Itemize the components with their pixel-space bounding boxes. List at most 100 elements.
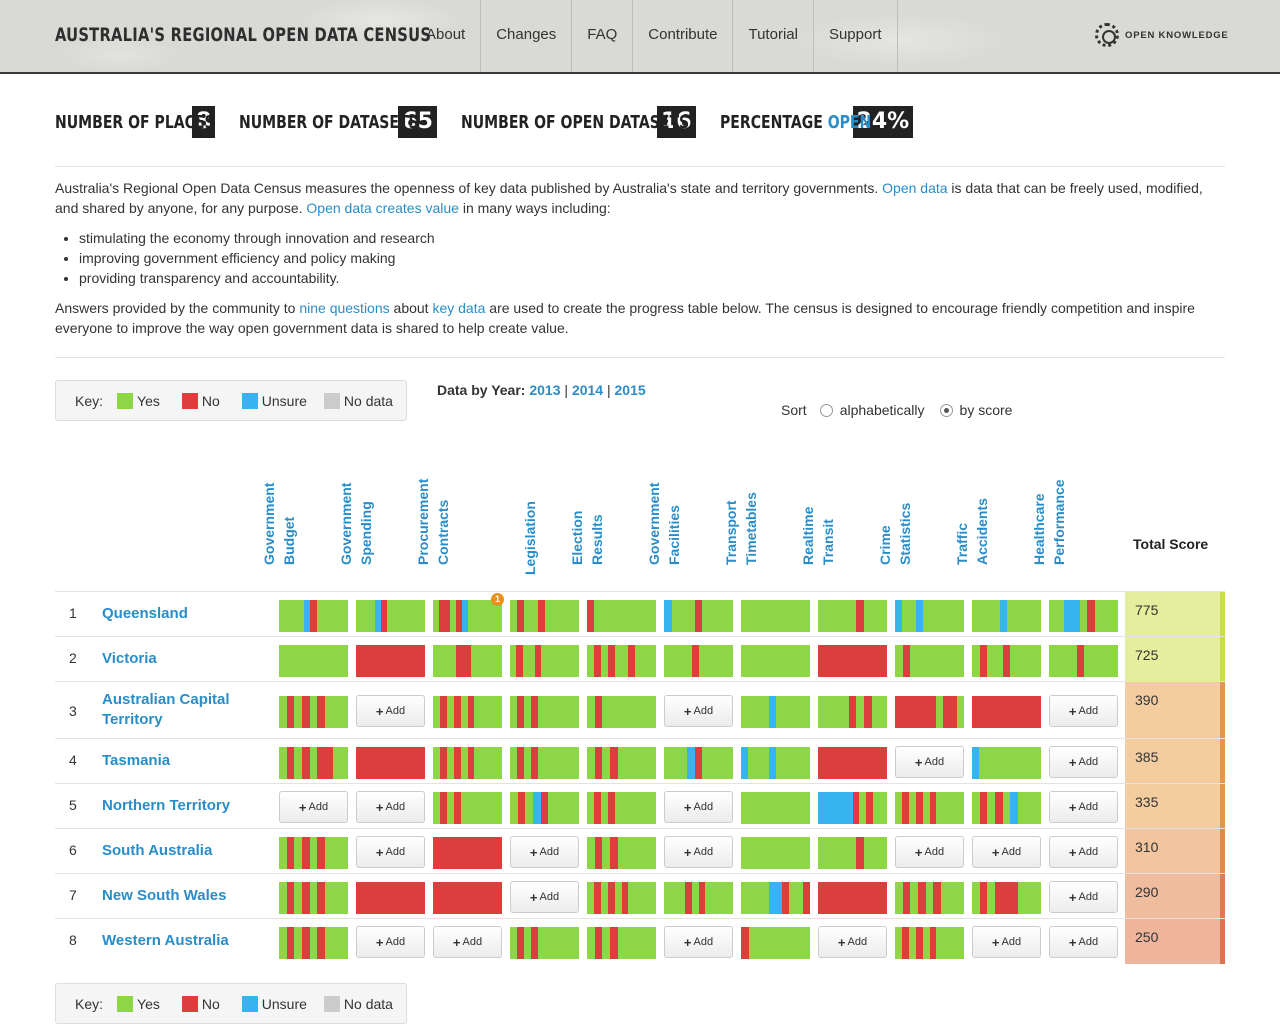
- dataset-score-cell[interactable]: [433, 882, 503, 914]
- dataset-score-cell[interactable]: [587, 600, 657, 632]
- year-2013-link[interactable]: 2013: [529, 382, 560, 398]
- column-header-label[interactable]: Traffic Accidents: [952, 498, 992, 565]
- place-link[interactable]: Western Australia: [102, 931, 262, 951]
- dataset-score-cell[interactable]: [818, 645, 888, 677]
- dataset-score-cell[interactable]: [279, 927, 349, 959]
- dataset-score-cell[interactable]: [356, 645, 426, 677]
- dataset-score-cell[interactable]: [895, 645, 965, 677]
- nine-questions-link[interactable]: nine questions: [299, 300, 389, 316]
- dataset-score-cell[interactable]: [972, 792, 1042, 824]
- column-header-label[interactable]: Legislation: [520, 501, 540, 575]
- column-header-label[interactable]: Government Facilities: [644, 483, 684, 565]
- dataset-score-cell[interactable]: [356, 747, 426, 779]
- dataset-score-cell[interactable]: [279, 882, 349, 914]
- add-entry-button[interactable]: + Add: [972, 836, 1041, 868]
- dataset-score-cell[interactable]: [279, 837, 349, 869]
- open-knowledge-logo[interactable]: OPEN KNOWLEDGE: [1095, 23, 1229, 47]
- dataset-score-cell[interactable]: [433, 645, 503, 677]
- add-entry-button[interactable]: + Add: [1049, 926, 1118, 958]
- key-data-link[interactable]: key data: [432, 300, 485, 316]
- add-entry-button[interactable]: + Add: [818, 926, 887, 958]
- column-header-label[interactable]: Election Results: [567, 511, 607, 565]
- add-entry-button[interactable]: + Add: [972, 926, 1041, 958]
- dataset-score-cell[interactable]: [587, 696, 657, 728]
- dataset-score-cell[interactable]: [587, 882, 657, 914]
- add-entry-button[interactable]: + Add: [279, 791, 348, 823]
- add-entry-button[interactable]: + Add: [664, 791, 733, 823]
- column-header-label[interactable]: Crime Statistics: [875, 503, 915, 565]
- add-entry-button[interactable]: + Add: [1049, 791, 1118, 823]
- dataset-score-cell[interactable]: [972, 882, 1042, 914]
- nav-faq[interactable]: FAQ: [571, 0, 632, 72]
- dataset-score-cell[interactable]: [664, 600, 734, 632]
- add-entry-button[interactable]: + Add: [356, 791, 425, 823]
- column-header-label[interactable]: Healthcare Performance: [1029, 479, 1069, 565]
- dataset-score-cell[interactable]: [587, 747, 657, 779]
- dataset-score-cell[interactable]: [818, 882, 888, 914]
- dataset-score-cell[interactable]: [664, 882, 734, 914]
- dataset-score-cell[interactable]: [1049, 600, 1119, 632]
- dataset-score-cell[interactable]: [664, 645, 734, 677]
- dataset-score-cell[interactable]: [510, 600, 580, 632]
- dataset-score-cell[interactable]: [279, 600, 348, 632]
- nav-contribute[interactable]: Contribute: [632, 0, 732, 72]
- dataset-score-cell[interactable]: [587, 927, 657, 959]
- dataset-score-cell[interactable]: [972, 696, 1042, 728]
- add-entry-button[interactable]: + Add: [1049, 746, 1118, 778]
- dataset-score-cell[interactable]: [741, 882, 811, 914]
- dataset-score-cell[interactable]: [741, 600, 810, 632]
- place-link[interactable]: Northern Territory: [102, 796, 262, 816]
- dataset-score-cell[interactable]: [433, 837, 503, 869]
- dataset-score-cell[interactable]: [972, 645, 1042, 677]
- add-entry-button[interactable]: + Add: [510, 881, 579, 913]
- column-header-label[interactable]: Government Spending: [336, 483, 376, 565]
- sort-alphabetically-label[interactable]: alphabetically: [840, 402, 925, 418]
- dataset-score-cell[interactable]: [818, 792, 888, 824]
- add-entry-button[interactable]: + Add: [895, 836, 964, 868]
- dataset-score-cell[interactable]: [510, 792, 580, 824]
- dataset-score-cell[interactable]: [972, 600, 1042, 632]
- dataset-score-cell[interactable]: [433, 747, 503, 779]
- add-entry-button[interactable]: + Add: [356, 926, 425, 958]
- column-header-label[interactable]: Transport Timetables: [721, 492, 761, 565]
- add-entry-button[interactable]: + Add: [664, 926, 733, 958]
- column-header-procurement-contracts[interactable]: Procurement Contracts: [415, 465, 513, 565]
- dataset-score-cell[interactable]: [587, 792, 657, 824]
- dataset-score-cell[interactable]: [356, 882, 426, 914]
- dataset-score-cell[interactable]: [356, 600, 425, 632]
- dataset-score-cell[interactable]: [741, 837, 811, 869]
- dataset-score-cell[interactable]: [895, 882, 965, 914]
- place-link[interactable]: Australian Capital Territory: [102, 690, 262, 730]
- year-2014-link[interactable]: 2014: [572, 382, 603, 398]
- column-header-healthcare-performance[interactable]: Healthcare Performance: [1031, 465, 1129, 565]
- add-entry-button[interactable]: + Add: [664, 836, 733, 868]
- dataset-score-cell[interactable]: [895, 600, 965, 632]
- sort-by-score-radio[interactable]: [939, 403, 953, 417]
- dataset-score-cell[interactable]: [895, 792, 965, 824]
- dataset-score-cell[interactable]: [433, 600, 502, 632]
- column-header-label[interactable]: Procurement Contracts: [413, 479, 453, 565]
- nav-about[interactable]: About: [411, 0, 480, 72]
- dataset-score-cell[interactable]: [510, 696, 580, 728]
- dataset-score-cell[interactable]: [510, 747, 580, 779]
- nav-support[interactable]: Support: [812, 0, 898, 72]
- comment-count-badge[interactable]: 1: [491, 593, 504, 606]
- add-entry-button[interactable]: + Add: [356, 695, 425, 727]
- dataset-score-cell[interactable]: [279, 747, 349, 779]
- column-header-label[interactable]: Government Budget: [259, 483, 299, 565]
- dataset-score-cell[interactable]: [279, 645, 349, 677]
- place-link[interactable]: Victoria: [102, 649, 262, 669]
- add-entry-button[interactable]: + Add: [1049, 695, 1118, 727]
- site-title[interactable]: AUSTRALIA'S REGIONAL OPEN DATA CENSUS: [55, 24, 431, 46]
- dataset-score-cell[interactable]: [664, 747, 734, 779]
- dataset-score-cell[interactable]: [972, 747, 1042, 779]
- add-entry-button[interactable]: + Add: [1049, 881, 1118, 913]
- place-link[interactable]: Tasmania: [102, 751, 262, 771]
- place-link[interactable]: New South Wales: [102, 886, 262, 906]
- dataset-score-cell[interactable]: [433, 792, 503, 824]
- open-data-link[interactable]: Open data: [882, 180, 947, 196]
- add-entry-button[interactable]: + Add: [664, 695, 733, 727]
- dataset-score-cell[interactable]: [818, 837, 888, 869]
- add-entry-button[interactable]: + Add: [356, 836, 425, 868]
- dataset-score-cell[interactable]: [510, 645, 579, 677]
